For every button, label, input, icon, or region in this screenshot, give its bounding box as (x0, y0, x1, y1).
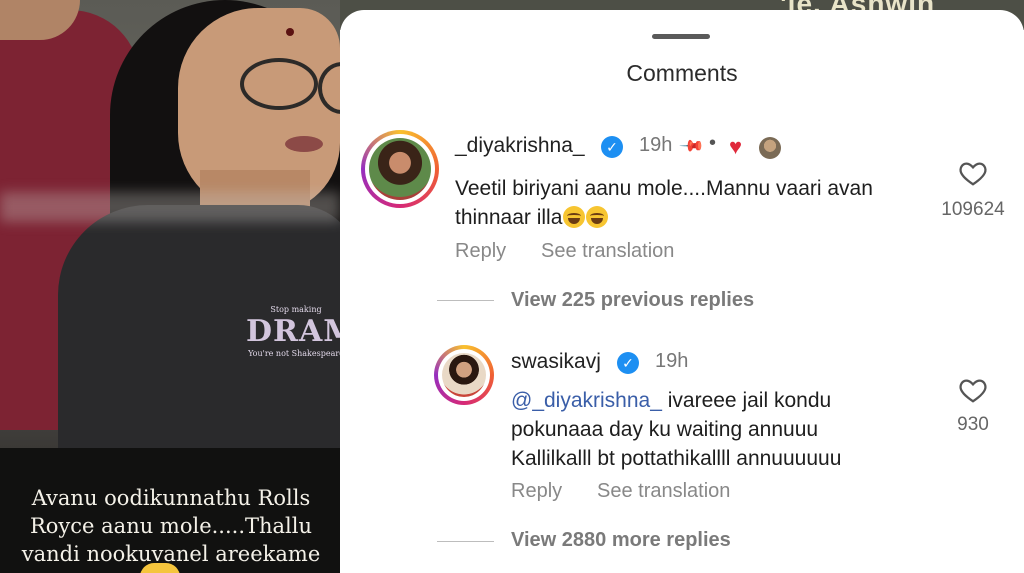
see-translation-button[interactable]: See translation (597, 480, 730, 503)
comment-time: 19h (639, 134, 673, 156)
reply-text-3: Kallilkalll bt pottathikallll annuuuuuu (511, 447, 842, 470)
heart-outline-icon[interactable] (958, 158, 988, 188)
sheet-drag-handle[interactable] (652, 34, 710, 39)
view-previous-replies-button[interactable]: View 225 previous replies (511, 289, 754, 312)
tshirt-print: Stop making DRAMA You're not Shakespeare (246, 305, 340, 358)
video-caption: Avanu oodikunnathu Rolls Royce aanu mole… (21, 486, 321, 566)
sheet-title: Comments (626, 60, 738, 86)
tears-of-joy-emoji-icon (586, 206, 609, 228)
reply-button[interactable]: Reply (511, 480, 562, 503)
reply-button[interactable]: Reply (455, 240, 506, 263)
lips (285, 136, 323, 152)
comment-username[interactable]: swasikavj (511, 350, 601, 374)
replies-divider (437, 541, 494, 542)
verified-badge-icon: ✓ (601, 136, 623, 158)
like-count: 930 (957, 414, 989, 435)
reply-text-1: ivareee jail kondu (661, 389, 832, 412)
view-more-replies-button[interactable]: View 2880 more replies (511, 529, 731, 552)
comment-text: Veetil biriyani aanu mole....Mannu vaari… (455, 177, 873, 229)
comment-time: 19h (655, 350, 689, 372)
avatar-photo (369, 138, 431, 200)
tshirt-print-bottom: You're not Shakespeare (248, 349, 340, 358)
author-mini-avatar (759, 137, 781, 159)
heart-outline-icon[interactable] (958, 375, 988, 405)
glasses (240, 58, 318, 110)
see-translation-button[interactable]: See translation (541, 240, 674, 263)
separator-dot: • (709, 132, 717, 154)
comment-username[interactable]: _diyakrishna_ (455, 134, 585, 158)
avatar-swasikavj[interactable] (434, 345, 494, 405)
tshirt-print-drama: DRAMA (246, 314, 340, 349)
avatar-diyakrishna[interactable] (361, 130, 439, 208)
verified-badge-icon: ✓ (617, 352, 639, 374)
comment-body: Veetil biriyani aanu mole....Mannu vaari… (455, 174, 925, 232)
bindi (286, 28, 294, 36)
tshirt-print-top: Stop making (270, 305, 322, 314)
video-frame[interactable]: Stop making DRAMA You're not Shakespeare… (0, 0, 340, 573)
tears-of-joy-emoji-icon (563, 206, 586, 228)
reply-body: @_diyakrishna_ ivareee jail kondu pokuna… (511, 386, 931, 473)
avatar-photo (442, 353, 486, 397)
reply-line-1: @_diyakrishna_ ivareee jail kondu (511, 386, 931, 415)
motion-blur (0, 192, 340, 222)
like-count: 109624 (941, 199, 1005, 220)
mention-link[interactable]: @_diyakrishna_ (511, 389, 662, 412)
reply-text-2: pokunaaa day ku waiting annuuu (511, 418, 819, 441)
replies-divider (437, 300, 494, 301)
red-heart-icon: ♥ (729, 134, 743, 159)
